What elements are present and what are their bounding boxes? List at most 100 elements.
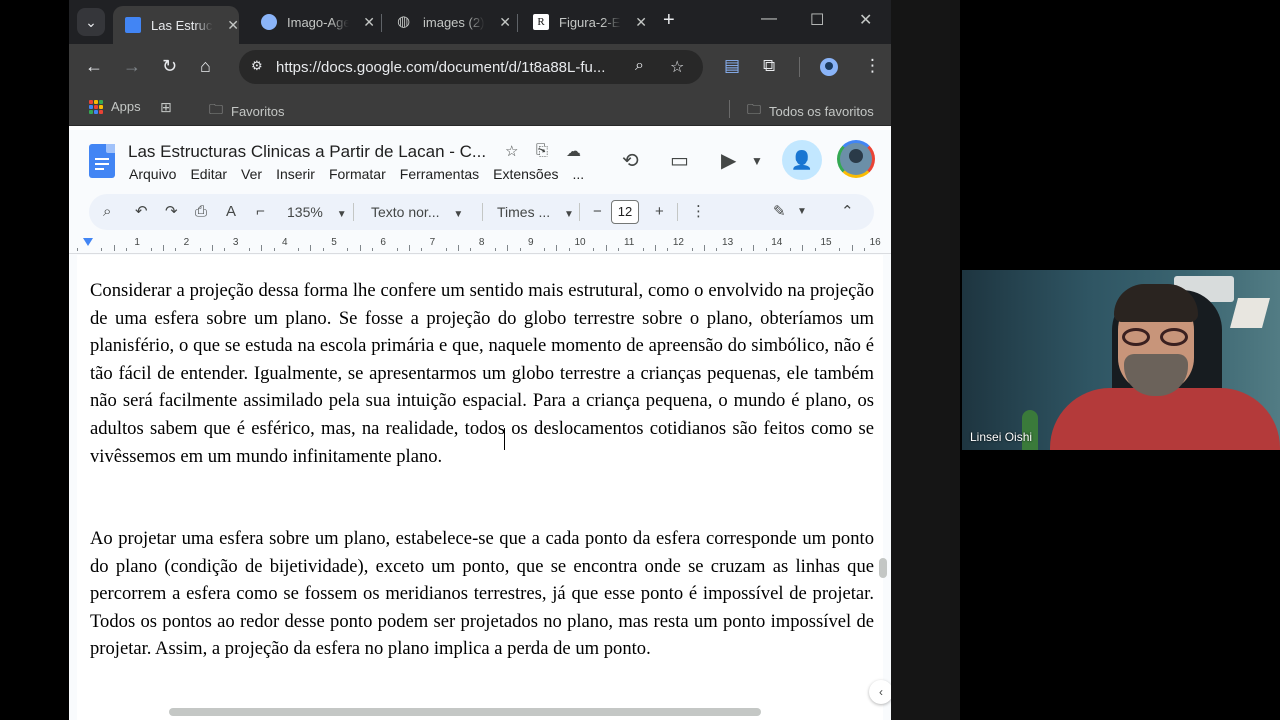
zoom-select[interactable]: 135% ▼ [287, 202, 347, 225]
tab-docs-active[interactable]: Las Estructuras Clinicas a Partir de Lac… [113, 6, 239, 44]
menu-ferramentas[interactable]: Ferramentas [400, 166, 479, 182]
tab-groups-button[interactable]: ⊞ [160, 99, 180, 116]
font-size-input[interactable]: 12 [611, 200, 639, 224]
video-call-tile[interactable]: Linsei Oishi [962, 270, 1280, 450]
hide-menus-icon[interactable]: ⌃ [841, 202, 854, 222]
undo-icon[interactable]: ↶ [135, 202, 148, 222]
tab-title: Figura-2-E [559, 14, 621, 30]
close-icon[interactable]: ✕ [635, 14, 647, 31]
ruler-number: 3 [232, 237, 239, 248]
comments-icon[interactable]: ▭ [670, 148, 689, 173]
add-person-icon: 👤 [790, 149, 814, 170]
account-avatar[interactable] [837, 140, 875, 178]
ruler-tick [273, 248, 275, 251]
bookmark-favoritos[interactable]: 🗀 Favoritos [209, 99, 284, 123]
menu-inserir[interactable]: Inserir [276, 166, 315, 182]
ruler[interactable]: 1 2 3 4 5 6 7 8 9 10 11 12 13 14 15 16 [69, 236, 891, 254]
document-page[interactable]: Considerar a projeção dessa forma lhe co… [77, 255, 883, 720]
spellcheck-icon[interactable]: A [226, 202, 236, 222]
ruler-tick [224, 248, 226, 251]
ruler-number: 10 [574, 237, 586, 248]
ruler-tick [101, 248, 103, 251]
menu-editar[interactable]: Editar [190, 166, 227, 182]
search-menus-icon[interactable]: ⌕ [103, 202, 111, 222]
ruler-tick [212, 245, 213, 251]
ruler-tick [150, 248, 152, 251]
close-icon[interactable]: ✕ [499, 14, 511, 31]
folder-icon: 🗀 [209, 101, 223, 117]
zoom-value: 135% [287, 204, 323, 220]
back-icon[interactable]: ← [85, 56, 103, 76]
ruler-tick [544, 248, 546, 251]
share-button[interactable]: 👤 [782, 140, 822, 180]
tab-title: Imago-Agenda [287, 14, 350, 30]
reload-icon[interactable]: ↻ [162, 56, 177, 76]
paragraph-2[interactable]: Ao projetar uma esfera sobre um plano, e… [90, 525, 874, 663]
star-icon[interactable]: ☆ [505, 142, 518, 160]
more-options-icon[interactable]: ⋮ [691, 202, 706, 222]
meet-icon[interactable]: ▶ [721, 148, 736, 173]
close-icon[interactable]: ✕ [363, 14, 375, 31]
forward-icon[interactable]: → [123, 56, 141, 76]
url-text[interactable]: https://docs.google.com/document/d/1t8a8… [276, 59, 605, 76]
tab-images[interactable]: ◍ images (2) ✕ [385, 6, 511, 38]
menu-extensoes[interactable]: Extensões [493, 166, 558, 182]
history-icon[interactable]: ⟲ [622, 148, 639, 173]
menu-arquivo[interactable]: Arquivo [129, 166, 176, 182]
menu-ver[interactable]: Ver [241, 166, 262, 182]
close-icon[interactable]: ✕ [227, 17, 239, 34]
print-icon[interactable]: ⎙ [195, 202, 207, 222]
address-bar[interactable]: ⚙ https://docs.google.com/document/d/1t8… [239, 50, 703, 84]
indent-marker[interactable] [83, 238, 93, 246]
docs-logo-icon[interactable] [89, 144, 115, 178]
move-folder-icon[interactable]: ⎘ [536, 142, 548, 159]
profile-avatar[interactable] [818, 56, 840, 78]
paint-format-icon[interactable]: ⌐ [256, 202, 265, 222]
caret-down-icon[interactable]: ▼ [797, 202, 807, 222]
bookmark-apps[interactable]: Apps [89, 99, 141, 114]
home-icon[interactable]: ⌂ [200, 56, 211, 76]
ruler-tick [175, 248, 177, 251]
side-panel-toggle[interactable]: ‹ [869, 680, 891, 704]
folder-icon: 🗀 [747, 101, 761, 117]
cloud-status-icon[interactable]: ☁ [566, 142, 581, 160]
star-icon[interactable]: ☆ [670, 57, 684, 77]
horizontal-scrollbar-thumb[interactable] [169, 708, 761, 716]
ruler-tick [396, 248, 398, 251]
ruler-number: 8 [478, 237, 485, 248]
document-title[interactable]: Las Estructuras Clinicas a Partir de Lac… [128, 142, 486, 162]
more-menu-icon[interactable]: ⋮ [864, 56, 881, 76]
chevron-down-icon[interactable]: ▼ [751, 154, 763, 168]
vertical-scrollbar-thumb[interactable] [879, 558, 887, 578]
paragraph-style-select[interactable]: Texto nor... ▼ [371, 202, 463, 225]
zoom-icon[interactable]: ⌕ [635, 57, 644, 75]
ruler-tick [691, 248, 693, 251]
chevron-down-icon: ⌄ [85, 13, 97, 30]
close-window-icon[interactable]: ✕ [859, 10, 872, 30]
ruler-tick [519, 248, 521, 251]
menu-formatar[interactable]: Formatar [329, 166, 386, 182]
bookmarks-bar: Apps ⊞ 🗀 Favoritos 🗀 Todos os favoritos [69, 90, 891, 126]
ruler-tick [617, 248, 619, 251]
minimize-icon[interactable]: — [761, 10, 777, 28]
decrease-font-size-icon[interactable]: − [593, 202, 602, 222]
ruler-tick [790, 248, 792, 251]
docs-extension-icon[interactable]: ▤ [724, 56, 740, 76]
ruler-number: 6 [380, 237, 386, 248]
paragraph-1[interactable]: Considerar a projeção dessa forma lhe co… [90, 277, 874, 470]
redo-icon[interactable]: ↷ [165, 202, 178, 222]
extensions-icon[interactable]: ⧉ [763, 56, 775, 76]
tab-imago[interactable]: Imago-Agenda ✕ [249, 6, 375, 38]
new-tab-icon[interactable]: + [663, 9, 675, 32]
font-select[interactable]: Times ... ▼ [497, 202, 574, 225]
ruler-tick [470, 248, 472, 251]
site-info-icon[interactable]: ⚙ [251, 58, 267, 74]
tab-search-button[interactable]: ⌄ [77, 8, 105, 36]
menu-more[interactable]: ... [573, 166, 585, 182]
editing-mode-icon[interactable]: ✎ [773, 202, 786, 222]
maximize-icon[interactable]: ☐ [810, 10, 824, 30]
bookmark-label: Todos os favoritos [769, 103, 874, 119]
tab-figura[interactable]: R Figura-2-E ✕ [521, 6, 647, 38]
increase-font-size-icon[interactable]: + [655, 202, 664, 222]
bookmark-all-favorites[interactable]: 🗀 Todos os favoritos [747, 99, 874, 123]
